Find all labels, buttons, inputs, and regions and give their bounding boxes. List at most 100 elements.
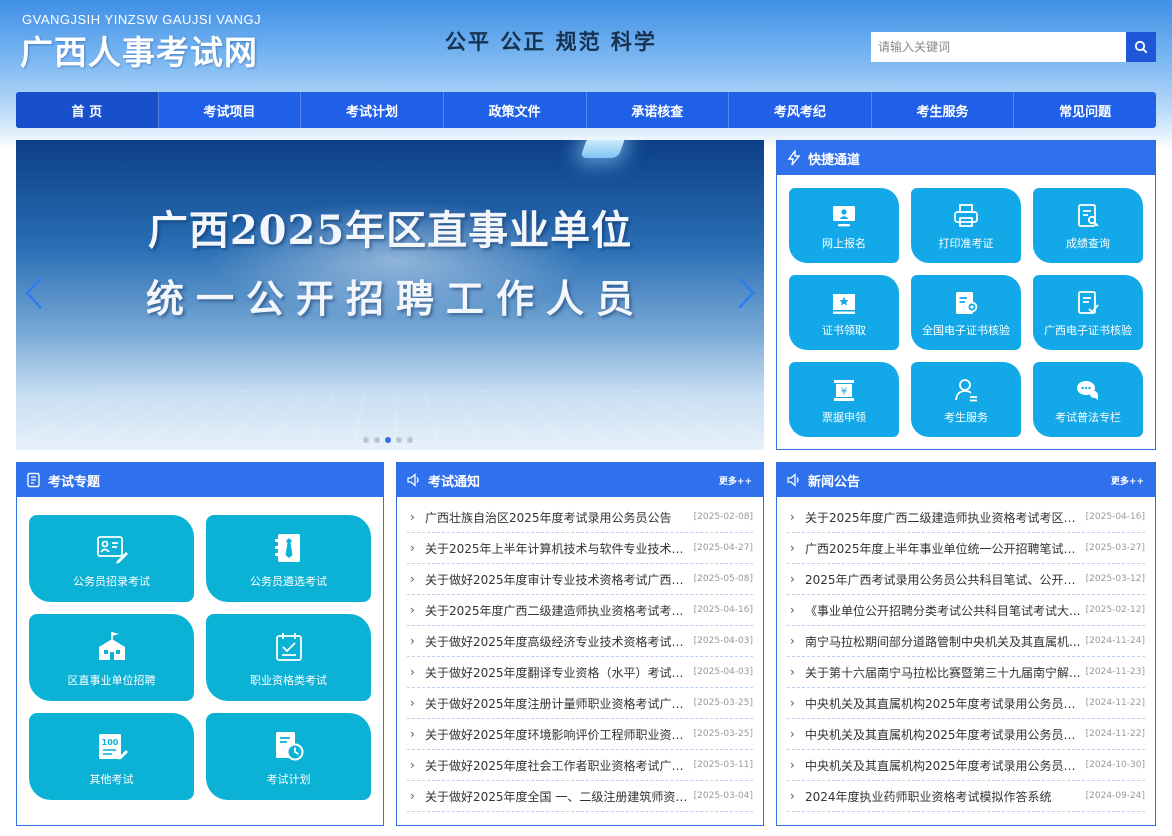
notice-title[interactable]: 关于做好2025年度翻译专业资格（水平）考试广... (425, 664, 693, 681)
notice-title[interactable]: 关于做好2025年度高级经济专业技术资格考试广... (425, 633, 693, 650)
carousel-dot[interactable] (385, 437, 391, 443)
notice-item[interactable]: › 关于做好2025年度注册计量师职业资格考试广西... [2025-03-25] (407, 688, 753, 719)
news-item[interactable]: › 中央机关及其直属机构2025年度考试录用公务员笔... [2024-11-22] (787, 719, 1145, 750)
quick-tile[interactable]: 全国电子证书核验 (911, 275, 1021, 350)
notice-item[interactable]: › 关于做好2025年度全国 一、二级注册建筑师资格... [2025-03-04] (407, 781, 753, 812)
search-button[interactable] (1126, 32, 1156, 62)
document-search-icon (1073, 201, 1103, 231)
nav-item-0[interactable]: 首 页 (16, 92, 159, 128)
exam-notice-more-link[interactable]: 更多++ (719, 474, 752, 487)
notice-item[interactable]: › 关于2025年度广西二级建造师执业资格考试考区... [2025-04-16] (407, 595, 753, 626)
doc-clock-icon (270, 727, 308, 765)
nav-item-6[interactable]: 考生服务 (872, 92, 1015, 128)
topic-tile[interactable]: 考试计划 (206, 713, 371, 800)
news-item[interactable]: › 南宁马拉松期间部分道路管制中央机关及其直属机... [2024-11-24] (787, 626, 1145, 657)
nav-item-3[interactable]: 政策文件 (444, 92, 587, 128)
site-logo[interactable]: 广西人事考试网 (20, 26, 258, 74)
quick-tile[interactable]: 成绩查询 (1033, 188, 1143, 263)
topic-tile-label: 考试计划 (266, 772, 311, 786)
carousel-next-button[interactable] (736, 276, 756, 310)
notice-title[interactable]: 关于2025年上半年计算机技术与软件专业技术资... (425, 540, 693, 557)
notice-item[interactable]: › 关于做好2025年度高级经济专业技术资格考试广... [2025-04-03] (407, 626, 753, 657)
quick-tile[interactable]: 广西电子证书核验 (1033, 275, 1143, 350)
chevron-right-icon: › (790, 572, 795, 586)
chevron-right-icon: › (410, 789, 415, 803)
notice-title[interactable]: 关于做好2025年度环境影响评价工程师职业资格... (425, 726, 693, 743)
receipt-icon: ¥ (829, 375, 859, 405)
carousel-dot[interactable] (374, 437, 380, 443)
news-more-link[interactable]: 更多++ (1111, 474, 1144, 487)
notice-item[interactable]: › 关于做好2025年度审计专业技术资格考试广西考... [2025-05-08] (407, 564, 753, 595)
carousel-dot[interactable] (407, 437, 413, 443)
news-title[interactable]: 关于第十六届南宁马拉松比赛暨第三十九届南宁解... (805, 664, 1085, 681)
news-date: [2024-09-24] (1085, 791, 1145, 801)
notice-title[interactable]: 关于做好2025年度全国 一、二级注册建筑师资格... (425, 788, 693, 805)
nav-item-5[interactable]: 考风考纪 (729, 92, 872, 128)
notice-date: [2025-03-25] (693, 729, 753, 739)
carousel-prev-button[interactable] (24, 276, 44, 310)
nav-item-4[interactable]: 承诺核查 (587, 92, 730, 128)
notice-title[interactable]: 关于做好2025年度审计专业技术资格考试广西考... (425, 571, 693, 588)
chevron-right-icon: › (790, 789, 795, 803)
news-item[interactable]: › 中央机关及其直属机构2025年度考试录用公务员笔... [2024-11-22] (787, 688, 1145, 719)
news-item[interactable]: › 关于第十六届南宁马拉松比赛暨第三十九届南宁解... [2024-11-23] (787, 657, 1145, 688)
notice-item[interactable]: › 关于做好2025年度环境影响评价工程师职业资格... [2025-03-25] (407, 719, 753, 750)
nav-item-1[interactable]: 考试项目 (159, 92, 302, 128)
notice-item[interactable]: › 关于2025年上半年计算机技术与软件专业技术资... [2025-04-27] (407, 533, 753, 564)
news-title[interactable]: 南宁马拉松期间部分道路管制中央机关及其直属机... (805, 633, 1085, 650)
banner-carousel[interactable]: 广西2025年区直事业单位 统一公开招聘工作人员 (16, 140, 764, 450)
news-item[interactable]: › 2024年度执业药师职业资格考试模拟作答系统 [2024-09-24] (787, 781, 1145, 812)
topic-tile[interactable]: 区直事业单位招聘 (29, 614, 194, 701)
topic-tile-label: 职业资格类考试 (250, 673, 327, 687)
quick-tile-label: 全国电子证书核验 (922, 323, 1010, 337)
quick-tile-label: 打印准考证 (938, 236, 994, 250)
news-item[interactable]: › 关于2025年度广西二级建造师执业资格考试考区设... [2025-04-16] (787, 502, 1145, 533)
topic-tile[interactable]: 100 其他考试 (29, 713, 194, 800)
news-title[interactable]: 广西2025年度上半年事业单位统一公开招聘笔试考... (805, 540, 1085, 557)
news-title[interactable]: 关于2025年度广西二级建造师执业资格考试考区设... (805, 509, 1085, 526)
chevron-right-icon: › (790, 665, 795, 679)
news-title[interactable]: 2024年度执业药师职业资格考试模拟作答系统 (805, 788, 1085, 805)
news-item[interactable]: › 《事业单位公开招聘分类考试公共科目笔试考试大... [2025-02-12] (787, 595, 1145, 626)
notice-date: [2025-02-08] (693, 512, 753, 522)
notice-title[interactable]: 广西壮族自治区2025年度考试录用公务员公告 (425, 509, 693, 526)
quick-tile[interactable]: 网上报名 (789, 188, 899, 263)
news-item[interactable]: › 广西2025年度上半年事业单位统一公开招聘笔试考... [2025-03-27] (787, 533, 1145, 564)
topic-tile[interactable]: 职业资格类考试 (206, 614, 371, 701)
notice-item[interactable]: › 广西壮族自治区2025年度考试录用公务员公告 [2025-02-08] (407, 502, 753, 533)
news-title[interactable]: 中央机关及其直属机构2025年度考试录用公务员笔... (805, 757, 1085, 774)
news-title[interactable]: 中央机关及其直属机构2025年度考试录用公务员笔... (805, 726, 1085, 743)
quick-tile[interactable]: 打印准考证 (911, 188, 1021, 263)
notice-title[interactable]: 关于做好2025年度社会工作者职业资格考试广西... (425, 757, 693, 774)
quick-tile[interactable]: 考生服务 (911, 362, 1021, 437)
chevron-left-icon (25, 277, 42, 309)
news-title[interactable]: 中央机关及其直属机构2025年度考试录用公务员笔... (805, 695, 1085, 712)
notice-item[interactable]: › 关于做好2025年度社会工作者职业资格考试广西... [2025-03-11] (407, 750, 753, 781)
notice-title[interactable]: 关于2025年度广西二级建造师执业资格考试考区... (425, 602, 693, 619)
topic-tile[interactable]: 公务员遴选考试 (206, 515, 371, 602)
news-title[interactable]: 《事业单位公开招聘分类考试公共科目笔试考试大... (805, 602, 1085, 619)
quick-tile[interactable]: 考试普法专栏 (1033, 362, 1143, 437)
quick-tile[interactable]: ¥ 票据申领 (789, 362, 899, 437)
notice-title[interactable]: 关于做好2025年度注册计量师职业资格考试广西... (425, 695, 693, 712)
quick-tile[interactable]: 证书领取 (789, 275, 899, 350)
banner-cube-graphic (579, 140, 627, 158)
nav-item-2[interactable]: 考试计划 (301, 92, 444, 128)
chevron-right-icon (738, 277, 755, 309)
user-service-icon (951, 375, 981, 405)
carousel-dot[interactable] (396, 437, 402, 443)
score-paper-icon: 100 (93, 727, 131, 765)
speaker-icon (406, 472, 422, 488)
news-title[interactable]: 2025年广西考试录用公务员公共科目笔试、公开遴... (805, 571, 1085, 588)
speaker-icon (786, 472, 802, 488)
search-input[interactable] (871, 32, 1127, 62)
nav-item-7[interactable]: 常见问题 (1014, 92, 1156, 128)
news-item[interactable]: › 2025年广西考试录用公务员公共科目笔试、公开遴... [2025-03-12] (787, 564, 1145, 595)
notice-item[interactable]: › 关于做好2025年度翻译专业资格（水平）考试广... [2025-04-03] (407, 657, 753, 688)
news-item[interactable]: › 中央机关及其直属机构2025年度考试录用公务员笔... [2024-10-30] (787, 750, 1145, 781)
lightning-icon (786, 150, 802, 166)
quick-tile-label: 成绩查询 (1066, 236, 1110, 250)
topic-tile[interactable]: 公务员招录考试 (29, 515, 194, 602)
carousel-dot[interactable] (363, 437, 369, 443)
quick-access-grid: 网上报名 打印准考证 成绩查询证书领取 全国电子证书核验 广西电子证书核验 ¥ 票据申领 考生… (789, 188, 1143, 437)
